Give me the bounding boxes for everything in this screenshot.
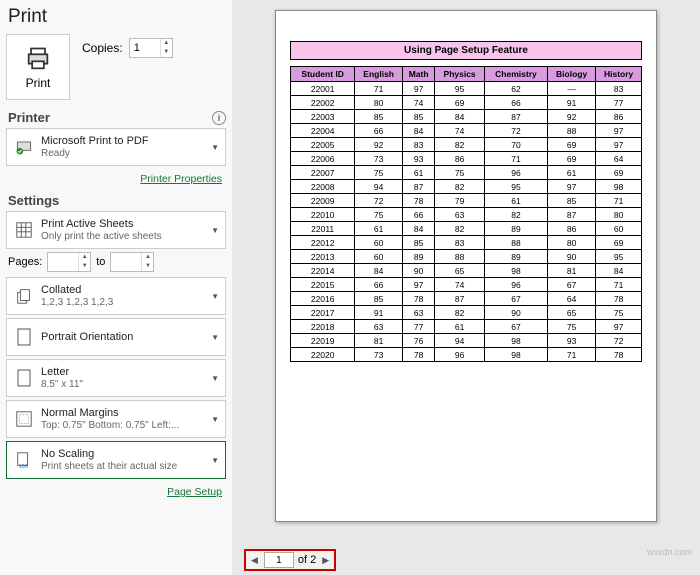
- watermark: wsxdn.com: [647, 547, 692, 557]
- chevron-down-icon: ▼: [211, 143, 219, 152]
- copies-down[interactable]: ▼: [161, 48, 172, 57]
- printer-header: Printer i: [8, 110, 226, 125]
- scaling-select[interactable]: 100 No ScalingPrint sheets at their actu…: [6, 441, 226, 479]
- copies-label: Copies:: [82, 41, 123, 55]
- table-row: 22011618482898660: [291, 222, 642, 236]
- chevron-down-icon: ▼: [211, 333, 219, 342]
- table-row: 22013608988899095: [291, 250, 642, 264]
- table-row: 22006739386716964: [291, 152, 642, 166]
- table-row: 22018637761677597: [291, 320, 642, 334]
- table-row: 22012608583888069: [291, 236, 642, 250]
- prev-page-button[interactable]: ◀: [249, 555, 260, 566]
- col-header: English: [355, 67, 403, 82]
- table-row: 22019817694989372: [291, 334, 642, 348]
- svg-text:100: 100: [19, 464, 28, 469]
- col-header: Biology: [547, 67, 595, 82]
- copies-spinner[interactable]: ▲▼: [129, 38, 173, 58]
- printer-select[interactable]: Microsoft Print to PDFReady ▼: [6, 128, 226, 166]
- collate-icon: [13, 287, 35, 305]
- table-row: 22014849065988184: [291, 264, 642, 278]
- page-title: Print: [8, 6, 226, 28]
- col-header: Student ID: [291, 67, 355, 82]
- print-sheets-select[interactable]: Print Active SheetsOnly print the active…: [6, 211, 226, 249]
- margins-icon: [13, 410, 35, 428]
- table-row: 22002807469669177: [291, 96, 642, 110]
- table-row: 22008948782959798: [291, 180, 642, 194]
- printer-icon: [24, 45, 52, 73]
- table-row: 22016857887676478: [291, 292, 642, 306]
- pages-to-input[interactable]: [111, 256, 139, 268]
- chevron-down-icon: ▼: [211, 374, 219, 383]
- page-navigator: ◀ of 2 ▶: [244, 549, 336, 571]
- margins-select[interactable]: Normal MarginsTop: 0.75" Bottom: 0.75" L…: [6, 400, 226, 438]
- printer-properties-link[interactable]: Printer Properties: [140, 173, 222, 185]
- table-row: 22005928382706997: [291, 138, 642, 152]
- chevron-down-icon: ▼: [211, 226, 219, 235]
- table-row: 22007756175966169: [291, 166, 642, 180]
- chevron-down-icon: ▼: [211, 456, 219, 465]
- page-count-label: of 2: [298, 554, 316, 566]
- settings-header: Settings: [8, 193, 226, 208]
- table-row: 2200171979562—83: [291, 82, 642, 96]
- table-row: 22017916382906575: [291, 306, 642, 320]
- print-button-label: Print: [26, 76, 51, 90]
- preview-table: Student IDEnglishMathPhysicsChemistryBio…: [290, 66, 642, 362]
- scaling-icon: 100: [13, 451, 35, 469]
- pages-from-input[interactable]: [48, 256, 76, 268]
- paper-select[interactable]: Letter8.5" x 11" ▼: [6, 359, 226, 397]
- table-row: 22004668474728897: [291, 124, 642, 138]
- copies-input[interactable]: [130, 42, 158, 54]
- sheets-icon: [13, 221, 35, 239]
- printer-status-icon: [13, 137, 35, 157]
- chevron-down-icon: ▼: [211, 292, 219, 301]
- page-setup-link[interactable]: Page Setup: [167, 486, 222, 498]
- chevron-down-icon: ▼: [211, 415, 219, 424]
- col-header: Physics: [435, 67, 485, 82]
- table-row: 22015669774966771: [291, 278, 642, 292]
- pages-to-spinner[interactable]: ▲▼: [110, 252, 154, 272]
- orientation-select[interactable]: Portrait Orientation ▼: [6, 318, 226, 356]
- preview-title: Using Page Setup Feature: [290, 41, 642, 60]
- col-header: History: [596, 67, 642, 82]
- table-row: 22010756663828780: [291, 208, 642, 222]
- paper-icon: [13, 369, 35, 387]
- portrait-icon: [13, 328, 35, 346]
- next-page-button[interactable]: ▶: [320, 555, 331, 566]
- pages-from-spinner[interactable]: ▲▼: [47, 252, 91, 272]
- col-header: Chemistry: [484, 67, 547, 82]
- table-row: 22020737896987178: [291, 348, 642, 362]
- pages-range: Pages: ▲▼ to ▲▼: [8, 252, 226, 272]
- info-icon[interactable]: i: [212, 111, 226, 125]
- print-preview-page: Using Page Setup Feature Student IDEngli…: [275, 10, 657, 522]
- table-row: 22003858584879286: [291, 110, 642, 124]
- print-button[interactable]: Print: [6, 34, 70, 100]
- current-page-input[interactable]: [264, 552, 294, 568]
- copies-up[interactable]: ▲: [161, 39, 172, 48]
- table-row: 22009727879618571: [291, 194, 642, 208]
- col-header: Math: [402, 67, 434, 82]
- collated-select[interactable]: Collated1,2,3 1,2,3 1,2,3 ▼: [6, 277, 226, 315]
